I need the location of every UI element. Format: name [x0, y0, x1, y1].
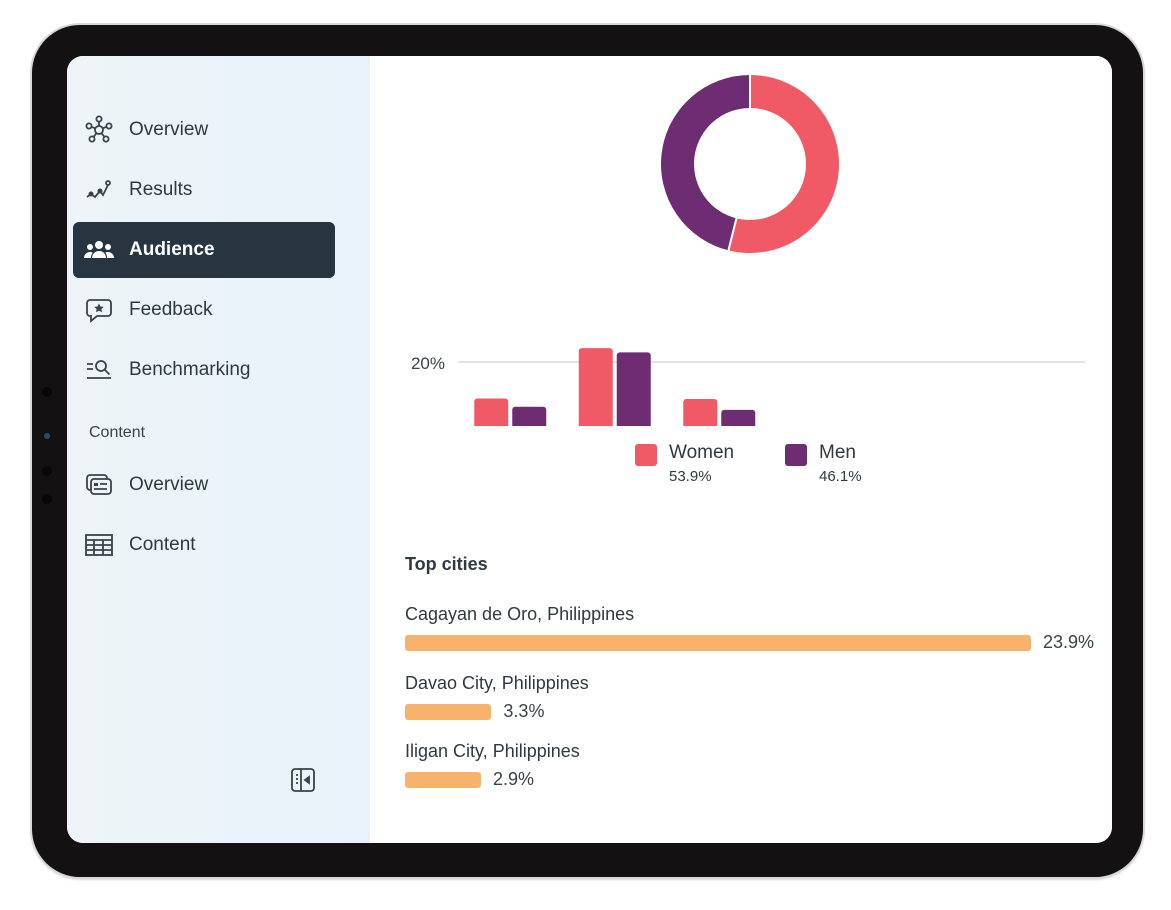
legend-label: Men — [819, 442, 856, 463]
top-cities-title: Top cities — [405, 554, 488, 574]
legend-share: 46.1% — [819, 468, 862, 485]
network-icon — [83, 114, 115, 146]
legend-share: 53.9% — [669, 468, 712, 485]
sidebar-item-content[interactable]: Content — [73, 517, 335, 573]
city-name: Iligan City, Philippines — [405, 741, 580, 761]
people-icon — [83, 234, 115, 266]
collapse-sidebar-button[interactable] — [289, 767, 317, 798]
city-row: Cagayan de Oro, Philippines 23.9% — [405, 604, 1094, 653]
legend-swatch-women — [635, 444, 657, 466]
sidebar-item-benchmarking[interactable]: Benchmarking — [73, 342, 335, 398]
table-icon — [83, 529, 115, 561]
side-sensor — [42, 466, 52, 476]
side-sensor — [42, 387, 52, 397]
city-share: 2.9% — [492, 769, 534, 789]
benchmark-search-icon — [83, 354, 115, 386]
gender-donut-chart — [659, 72, 841, 255]
age-gender-bar-chart: 0%20%18-2425-3435-4445-5455-6465+ — [411, 348, 1085, 426]
city-row: Iligan City, Philippines 2.9% — [405, 741, 580, 790]
sidebar-item-label: Results — [129, 179, 193, 200]
sidebar-item-overview[interactable]: Overview — [73, 102, 335, 158]
camera-lens — [44, 433, 50, 439]
section-label-content: Content — [89, 424, 146, 441]
main-content: 0%20%18-2425-3435-4445-5455-6465+ Women … — [370, 56, 1112, 843]
city-name: Cagayan de Oro, Philippines — [405, 604, 635, 624]
bar-men-35-44[interactable] — [721, 409, 756, 426]
sidebar-item-label: Overview — [129, 474, 209, 495]
sidebar-item-label: Content — [129, 534, 196, 555]
city-row: Davao City, Philippines 3.3% — [405, 673, 589, 722]
sidebar-item-label: Audience — [129, 239, 215, 260]
sidebar: Overview Results Audience Feedback Bench… — [67, 56, 370, 843]
y-tick-label: 20% — [411, 354, 445, 373]
sidebar-item-results[interactable]: Results — [73, 162, 335, 218]
side-sensor — [42, 494, 52, 504]
app-screen: Overview Results Audience Feedback Bench… — [67, 56, 1112, 843]
city-share: 23.9% — [1043, 632, 1095, 652]
sidebar-item-label: Feedback — [129, 299, 213, 320]
bar-men-18-24[interactable] — [512, 406, 547, 426]
bar-women-18-24[interactable] — [474, 398, 509, 426]
legend-item-women[interactable]: Women 53.9% — [635, 442, 734, 485]
sidebar-item-content-overview[interactable]: Overview — [73, 457, 335, 513]
sidebar-item-label: Benchmarking — [129, 359, 251, 380]
sidebar-item-label: Overview — [129, 119, 209, 140]
bar-women-35-44[interactable] — [683, 398, 718, 426]
city-bar — [405, 771, 481, 788]
bar-men-25-34[interactable] — [616, 352, 651, 426]
city-share: 3.3% — [503, 701, 545, 721]
city-name: Davao City, Philippines — [405, 673, 589, 693]
legend-item-men[interactable]: Men 46.1% — [785, 442, 862, 485]
content-cards-icon — [83, 469, 115, 501]
sidebar-item-audience[interactable]: Audience — [73, 222, 335, 278]
feedback-star-icon — [83, 294, 115, 326]
legend-swatch-men — [785, 444, 807, 466]
tablet-frame: Overview Results Audience Feedback Bench… — [32, 25, 1143, 877]
city-bar — [405, 634, 1031, 651]
city-bar — [405, 703, 492, 720]
trend-line-icon — [83, 174, 115, 206]
panel-collapse-icon — [290, 767, 316, 798]
legend-label: Women — [669, 442, 735, 463]
bar-women-25-34[interactable] — [578, 348, 613, 426]
sidebar-item-feedback[interactable]: Feedback — [73, 282, 335, 338]
